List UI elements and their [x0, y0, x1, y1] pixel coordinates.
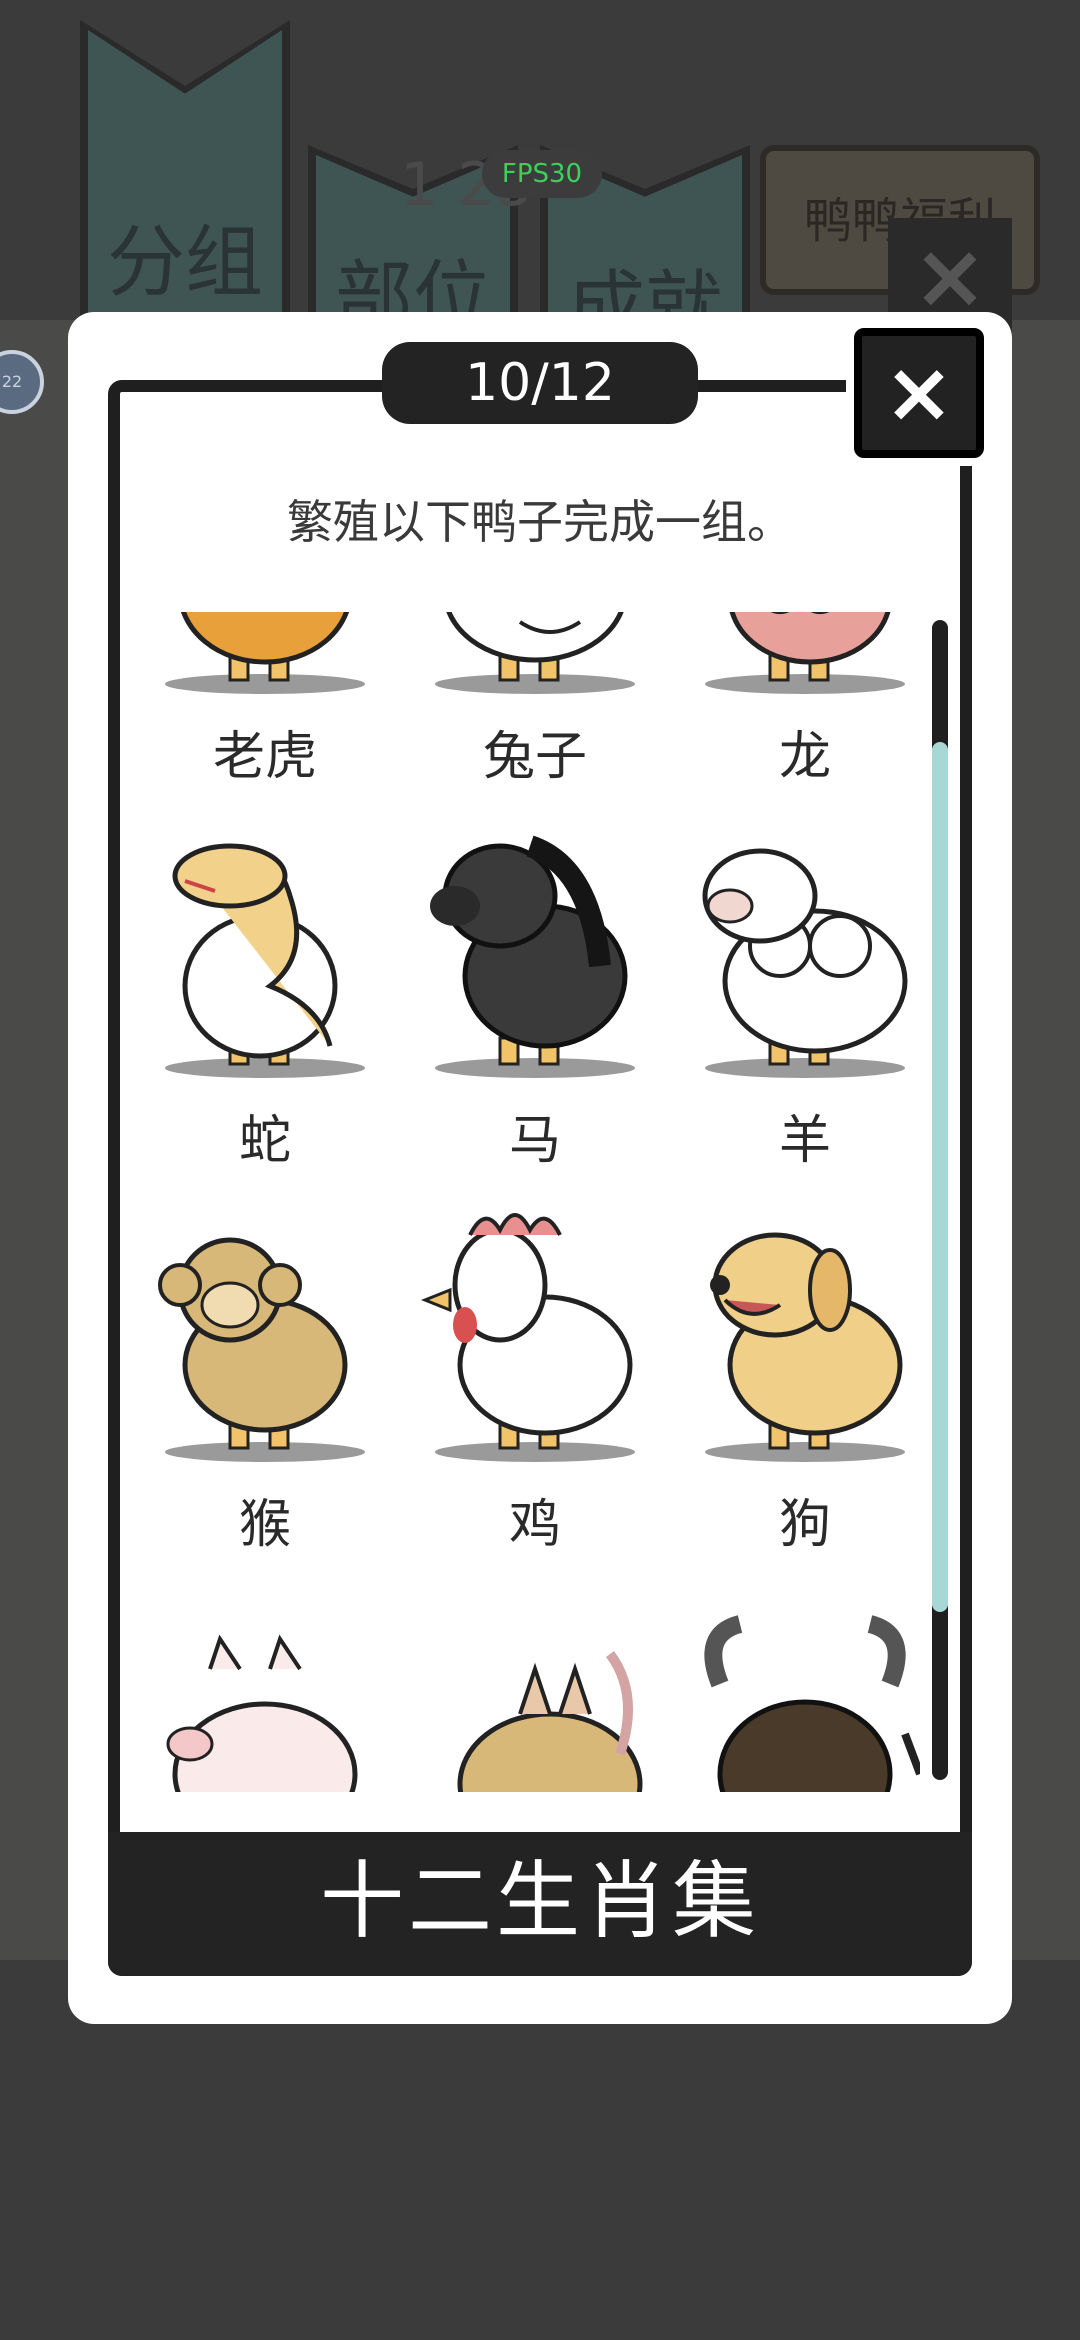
animal-label: 鸡 [508, 1495, 561, 1555]
animal-card[interactable]: 龙 [670, 612, 930, 796]
animal-card[interactable]: 鸡 [400, 1180, 670, 1564]
fps-counter: FPS30 [482, 150, 602, 198]
animal-label: 羊 [778, 1111, 831, 1171]
pig-duck-icon [150, 1574, 380, 1792]
collection-title: 十二生肖集 [108, 1832, 972, 1976]
animal-label: 猴 [238, 1495, 291, 1555]
dog-duck-icon [690, 1190, 920, 1470]
animal-card[interactable] [670, 1564, 930, 1792]
zodiac-collection-modal: 10/12 繁殖以下鸭子完成一组。 老虎 兔子 龙蛇 马 羊猴 鸡 狗 十二生肖集 [68, 312, 1012, 2024]
tab-groups-label: 分组 [106, 218, 263, 308]
instruction-text: 繁殖以下鸭子完成一组。 [287, 495, 793, 549]
dragon-duck-icon [690, 612, 920, 702]
animal-card[interactable] [130, 1564, 400, 1792]
monkey-duck-icon [150, 1190, 380, 1470]
animal-label: 兔子 [482, 727, 587, 787]
animal-card[interactable]: 兔子 [400, 612, 670, 796]
animal-card[interactable]: 羊 [670, 796, 930, 1180]
animal-card[interactable]: 狗 [670, 1180, 930, 1564]
animal-grid[interactable]: 老虎 兔子 龙蛇 马 羊猴 鸡 狗 [130, 612, 930, 1792]
horse-duck-icon [420, 806, 650, 1086]
progress-pill: 10/12 [382, 342, 698, 424]
animal-card[interactable]: 蛇 [130, 796, 400, 1180]
animal-label: 老虎 [212, 727, 317, 787]
ox-duck-icon [690, 1574, 924, 1792]
rat-duck-icon [420, 1574, 650, 1792]
snake-duck-icon [150, 806, 380, 1086]
animal-label: 蛇 [238, 1111, 291, 1171]
close-button[interactable]: × [854, 328, 984, 458]
animal-label: 马 [508, 1111, 561, 1171]
rooster-duck-icon [420, 1190, 650, 1470]
tiger-duck-icon [150, 612, 380, 702]
animal-card[interactable] [400, 1564, 670, 1792]
close-icon: × [883, 343, 955, 441]
animal-card[interactable]: 猴 [130, 1180, 400, 1564]
scrollbar-thumb[interactable] [932, 742, 948, 1612]
animal-label: 龙 [778, 727, 831, 787]
animal-card[interactable]: 老虎 [130, 612, 400, 796]
animal-label: 狗 [778, 1495, 831, 1555]
rabbit-duck-icon [420, 612, 650, 702]
animal-card[interactable]: 马 [400, 796, 670, 1180]
sheep-duck-icon [690, 806, 920, 1086]
